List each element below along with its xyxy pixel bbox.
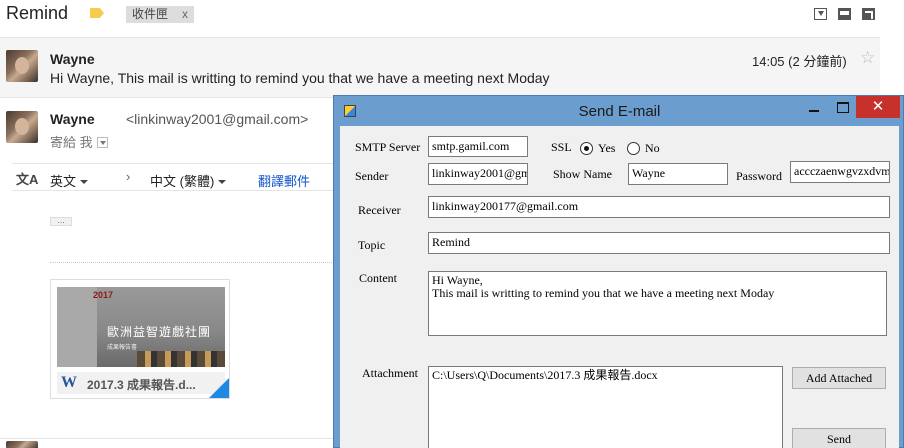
thumbnail-panel bbox=[57, 287, 97, 367]
target-language-select[interactable]: 中文 (繁體) bbox=[150, 171, 227, 190]
ssl-no-label: No bbox=[645, 141, 660, 155]
show-name-label: Show Name bbox=[553, 167, 612, 181]
chevron-down-icon bbox=[80, 180, 89, 184]
sender-input[interactable]: linkinway2001@gmail.com bbox=[428, 163, 528, 185]
send-email-window: Send E-mail ✕ SMTP Server smtp.gamil.com… bbox=[333, 95, 904, 448]
password-label: Password bbox=[736, 169, 783, 183]
content-label: Content bbox=[359, 271, 397, 285]
sender-avatar bbox=[6, 50, 38, 82]
print-icon[interactable] bbox=[838, 8, 851, 20]
show-name-input[interactable]: Wayne bbox=[628, 163, 728, 185]
recipient-line: 寄給 我 bbox=[50, 132, 108, 151]
password-input[interactable]: accczaenwgvzxdvm bbox=[790, 161, 890, 183]
message-divider bbox=[0, 438, 340, 439]
show-trimmed-content-button[interactable]: ... bbox=[50, 216, 72, 226]
receiver-input[interactable]: linkinway200177@gmail.com bbox=[428, 196, 890, 218]
star-icon[interactable]: ☆ bbox=[860, 48, 875, 68]
message-time: 14:05 (2 分鐘前) bbox=[752, 54, 847, 69]
close-button[interactable]: ✕ bbox=[856, 96, 900, 118]
message-snippet: Hi Wayne, This mail is writting to remin… bbox=[50, 70, 550, 86]
show-details-icon[interactable] bbox=[96, 137, 108, 148]
recipient-text: 寄給 我 bbox=[50, 135, 93, 150]
thumbnail-subtitle: 成果報告書 bbox=[107, 345, 138, 351]
smtp-server-input[interactable]: smtp.gamil.com bbox=[428, 136, 528, 157]
remove-label-icon[interactable]: x bbox=[182, 7, 188, 21]
topic-input[interactable]: Remind bbox=[428, 232, 890, 254]
attachment-card[interactable]: 2017 歐洲益智遊戲社團 成果報告書 W 2017.3 成果報告.d... bbox=[50, 279, 230, 399]
thumbnail-year: 2017 bbox=[93, 290, 114, 300]
ssl-yes-label: Yes bbox=[598, 141, 616, 155]
attachment-divider bbox=[50, 262, 340, 263]
minimize-button[interactable] bbox=[800, 96, 828, 118]
attachment-name: 2017.3 成果報告.d... bbox=[87, 378, 196, 392]
radio-unselected-icon bbox=[627, 142, 640, 155]
attachment-list[interactable]: C:\Users\Q\Documents\2017.3 成果報告.docx bbox=[428, 366, 783, 448]
translate-bar: 文A 英文 › 中文 (繁體) 翻譯郵件 bbox=[12, 163, 342, 191]
ssl-yes-radio[interactable]: Yes bbox=[580, 141, 615, 156]
add-attached-button[interactable]: Add Attached bbox=[792, 367, 886, 389]
download-icon[interactable] bbox=[814, 8, 827, 20]
radio-selected-icon bbox=[580, 142, 593, 155]
thumbnail-photos bbox=[137, 351, 225, 367]
message-sender: Wayne bbox=[50, 51, 95, 67]
source-language-label: 英文 bbox=[50, 174, 77, 189]
mail-subject: Remind bbox=[6, 3, 69, 23]
ssl-label: SSL bbox=[551, 140, 572, 154]
message-sender: Wayne bbox=[50, 111, 95, 127]
target-language-label: 中文 (繁體) bbox=[150, 174, 215, 189]
thumbnail-title: 歐洲益智遊戲社團 bbox=[107, 325, 212, 339]
smtp-server-label: SMTP Server bbox=[355, 140, 421, 154]
maximize-button[interactable] bbox=[828, 96, 856, 118]
inbox-label-chip: 收件匣 x bbox=[126, 6, 195, 23]
attachment-label: Attachment bbox=[362, 366, 418, 380]
sender-email: <linkinway2001@gmail.com> bbox=[126, 111, 309, 127]
receiver-label: Receiver bbox=[358, 203, 401, 217]
word-document-icon: W bbox=[61, 374, 77, 391]
new-window-icon[interactable] bbox=[862, 8, 875, 20]
content-textarea[interactable]: Hi Wayne, This mail is writting to remin… bbox=[428, 271, 887, 336]
translate-icon: 文A bbox=[16, 172, 39, 187]
source-language-select[interactable]: 英文 bbox=[50, 171, 89, 190]
ssl-no-radio[interactable]: No bbox=[627, 141, 660, 156]
attachment-footer: W 2017.3 成果報告.d... bbox=[57, 372, 225, 394]
title-bar[interactable]: Send E-mail ✕ bbox=[334, 96, 904, 126]
topic-label: Topic bbox=[358, 238, 386, 252]
form-body: SMTP Server smtp.gamil.com SSL Yes No Se… bbox=[340, 126, 899, 448]
important-label-icon[interactable] bbox=[90, 8, 104, 18]
send-button[interactable]: Send bbox=[792, 428, 886, 448]
inbox-label-text: 收件匣 bbox=[132, 7, 169, 21]
translate-message-link[interactable]: 翻譯郵件 bbox=[258, 171, 310, 190]
sender-avatar bbox=[6, 441, 38, 448]
sender-avatar bbox=[6, 111, 38, 143]
sender-label: Sender bbox=[355, 169, 389, 183]
chevron-down-icon bbox=[218, 180, 227, 184]
page-fold-icon bbox=[209, 378, 229, 398]
attachment-thumbnail: 2017 歐洲益智遊戲社團 成果報告書 bbox=[57, 287, 225, 367]
collapsed-message[interactable]: Wayne 14:05 (2 分鐘前) ☆ Hi Wayne, This mai… bbox=[0, 38, 880, 98]
language-arrow-icon: › bbox=[126, 169, 131, 184]
